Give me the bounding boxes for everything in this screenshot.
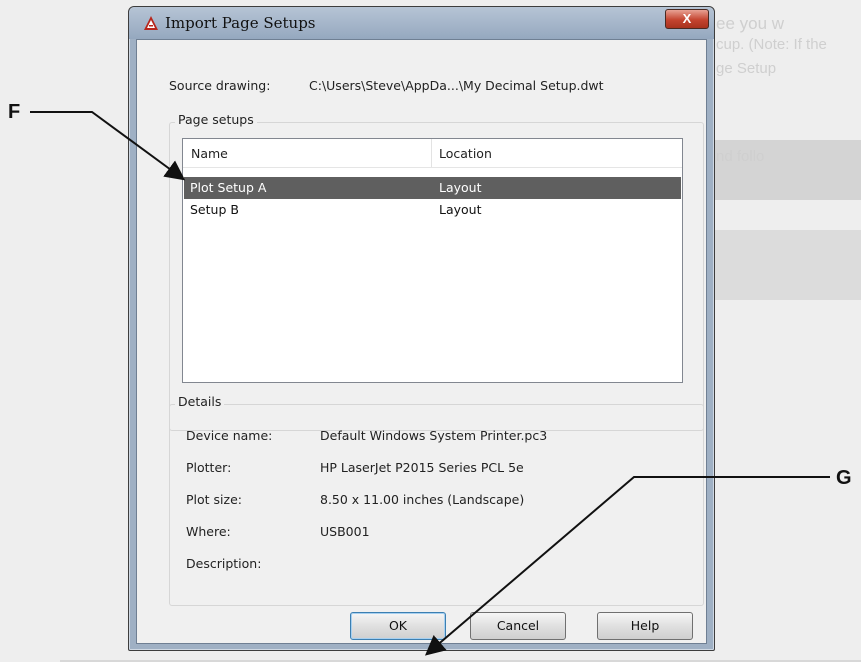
- callout-arrows: [30, 111, 830, 656]
- callout-f-arrow: [30, 111, 186, 181]
- callout-g-arrow: [424, 476, 830, 656]
